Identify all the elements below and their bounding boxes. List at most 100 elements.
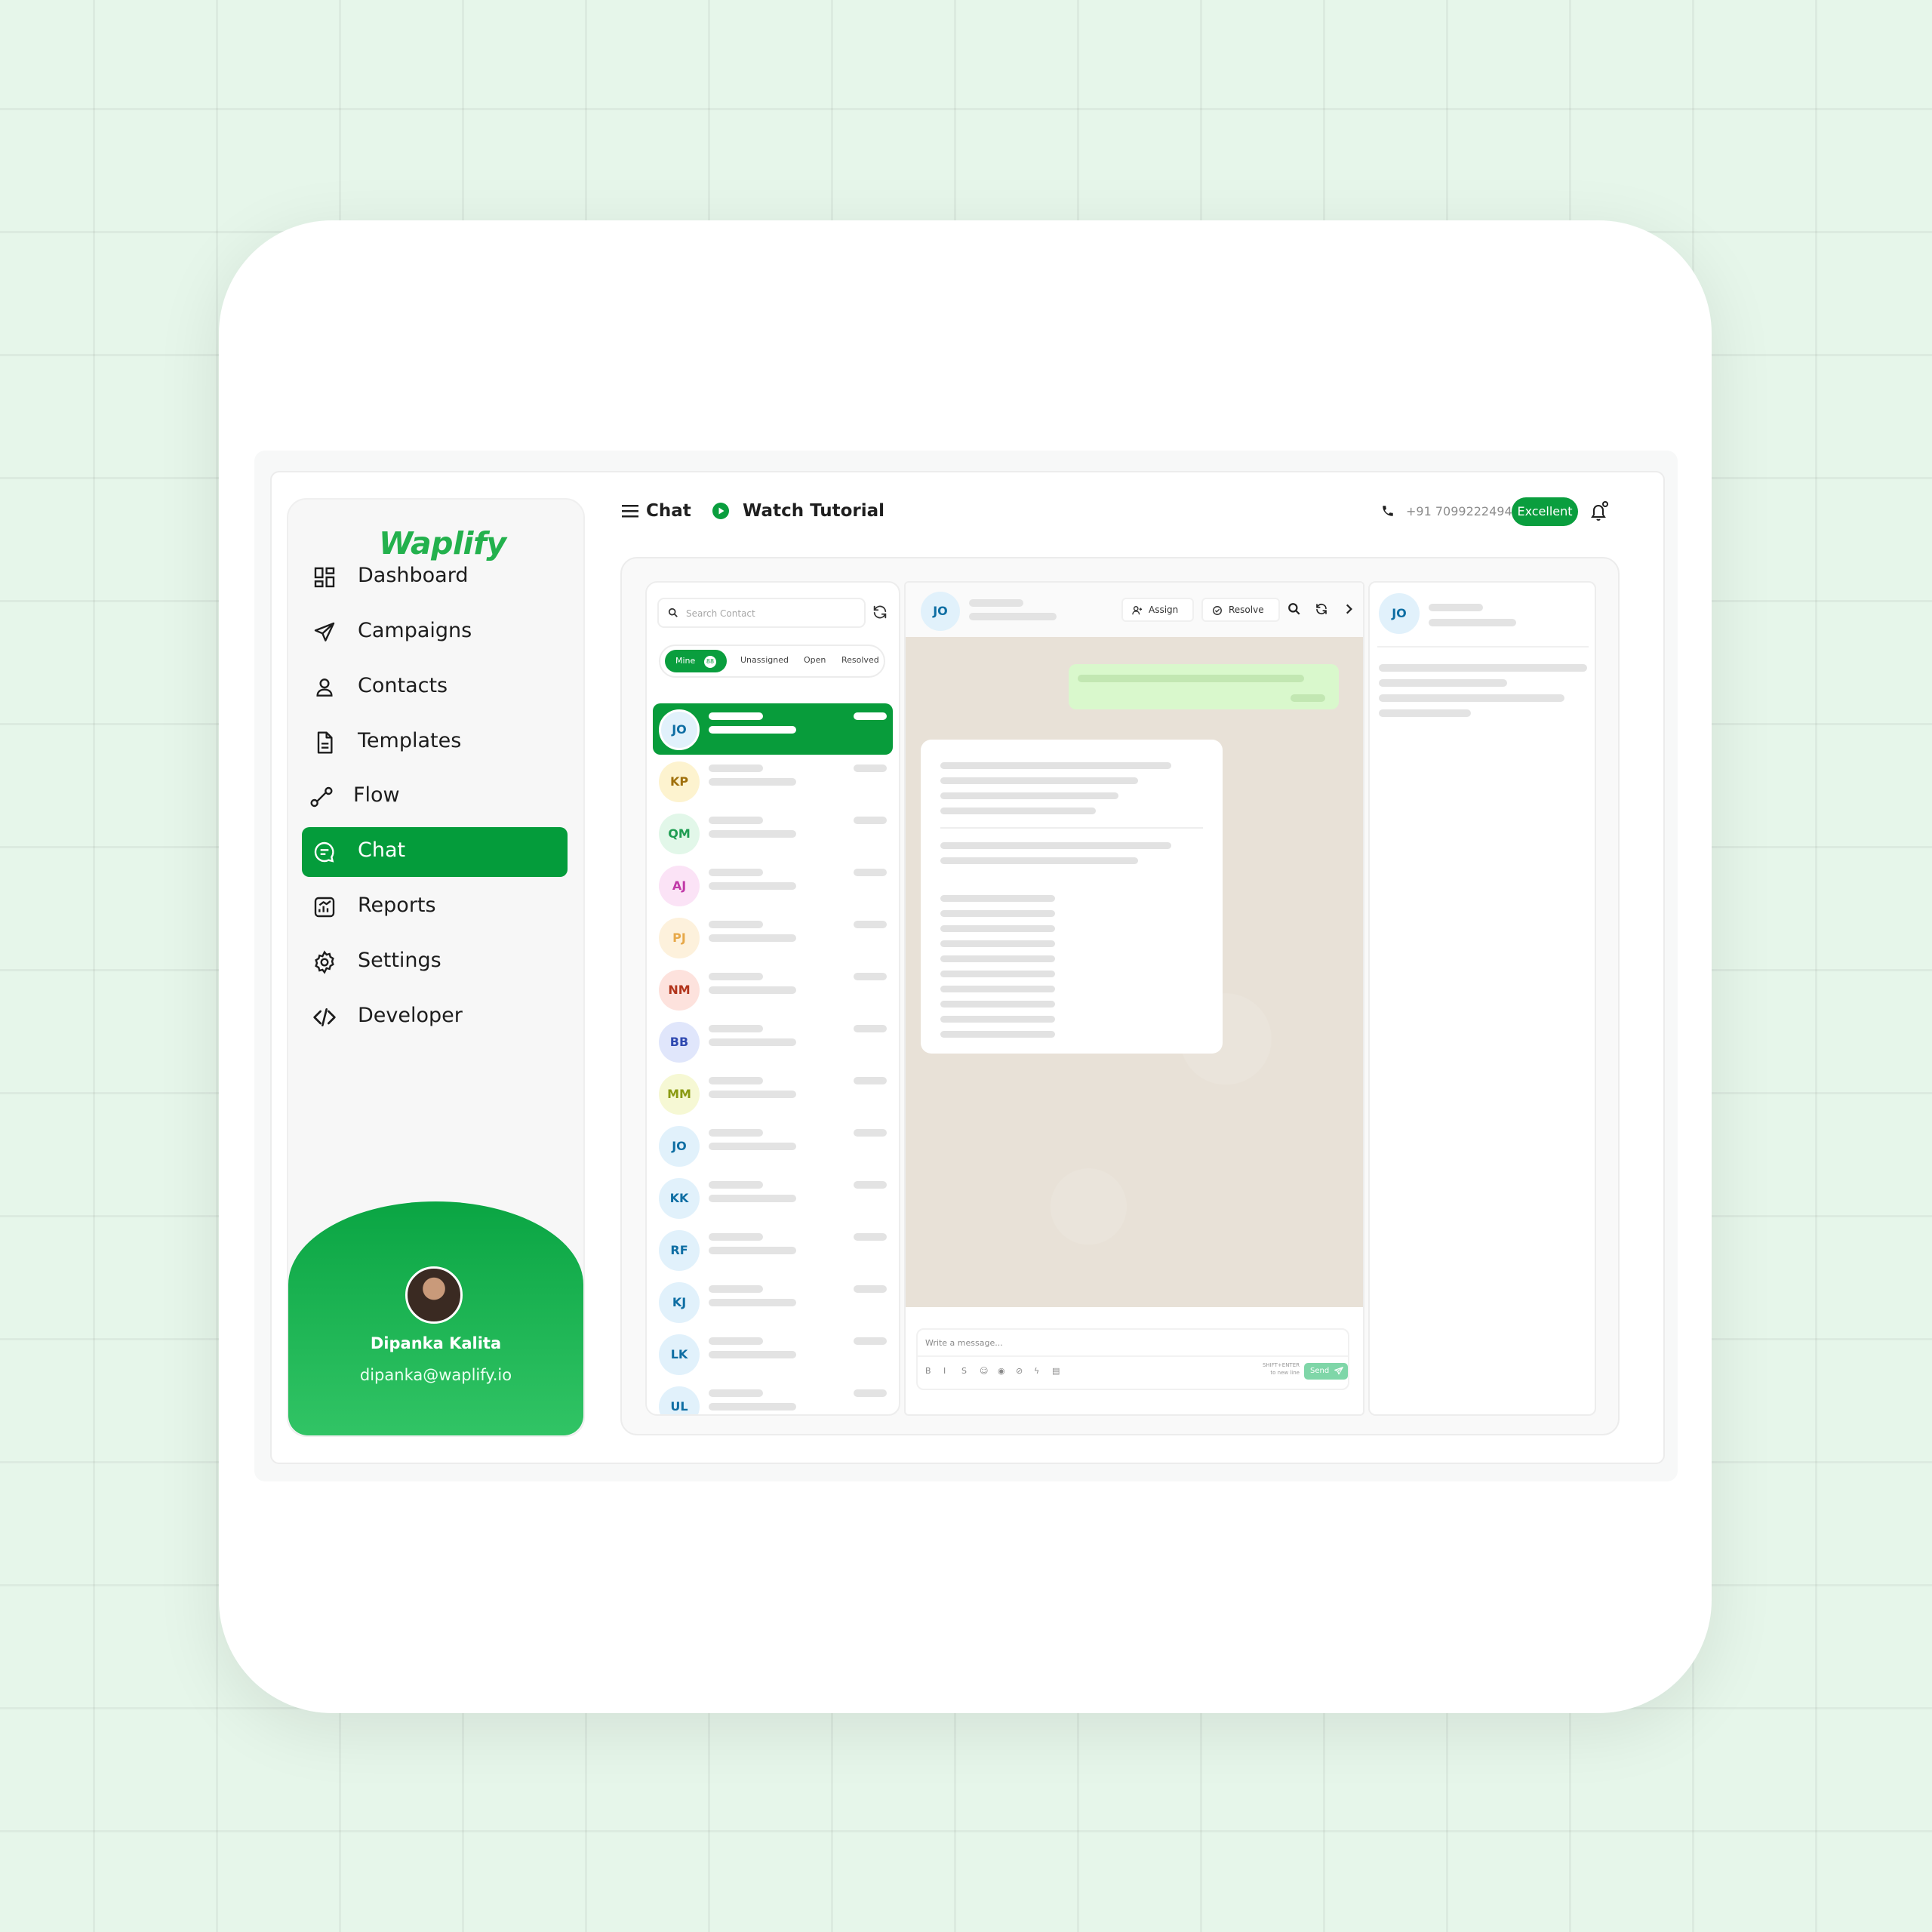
message-line (940, 940, 1055, 947)
text-placeholder (709, 712, 763, 720)
search-icon[interactable] (1287, 602, 1301, 616)
refresh-icon[interactable] (1315, 602, 1328, 616)
sidebar-item-contacts[interactable]: Contacts (302, 663, 568, 712)
message-line (940, 1031, 1055, 1038)
contact-row[interactable]: MM (653, 1068, 893, 1119)
contact-row[interactable]: PJ (653, 912, 893, 963)
contact-row[interactable]: JO (653, 1120, 893, 1171)
search-icon (668, 608, 678, 617)
contact-row[interactable]: LK (653, 1328, 893, 1380)
contact-avatar: JO (1379, 593, 1420, 634)
message-line (940, 986, 1055, 992)
message-line (940, 1001, 1055, 1008)
contacts-panel: Mine 88 Unassigned Open Resolved JO KP QM A… (645, 581, 900, 1416)
contact-row[interactable]: KP (653, 755, 893, 807)
code-icon (313, 1008, 336, 1026)
play-icon[interactable] (712, 503, 729, 519)
sidebar: Waplify Dashboard Campaigns Contacts Tem… (287, 498, 585, 1437)
message-time (1291, 694, 1325, 702)
message-line (940, 910, 1055, 917)
tab-unassigned[interactable]: Unassigned (740, 655, 789, 665)
conversation-panel: JO Assign Resolve Write a message... B I… (904, 581, 1364, 1416)
sidebar-item-label: Templates (358, 729, 462, 752)
resolve-button[interactable]: Resolve (1201, 598, 1280, 622)
chat-icon (314, 841, 334, 863)
contact-row[interactable]: RF (653, 1224, 893, 1275)
sidebar-item-label: Contacts (358, 674, 448, 697)
message-line (940, 895, 1055, 902)
format-button[interactable]: ⊘ (1016, 1366, 1023, 1376)
text-placeholder (709, 1025, 763, 1032)
contact-row[interactable]: KK (653, 1172, 893, 1223)
format-button[interactable]: B (925, 1366, 931, 1376)
text-placeholder (854, 1233, 887, 1241)
text-placeholder (709, 1351, 796, 1358)
assign-button[interactable]: Assign (1121, 598, 1194, 622)
contact-avatar: RF (659, 1230, 700, 1271)
text-placeholder (709, 1195, 796, 1202)
info-line (1379, 709, 1471, 717)
refresh-icon[interactable] (872, 604, 888, 620)
search-box[interactable] (657, 598, 866, 628)
tab-open[interactable]: Open (804, 655, 826, 665)
contact-row[interactable]: KJ (653, 1276, 893, 1327)
text-placeholder (709, 778, 796, 786)
tab-resolved[interactable]: Resolved (841, 655, 879, 665)
text-placeholder (709, 1143, 796, 1150)
format-button[interactable]: ☺ (980, 1366, 988, 1376)
contact-avatar: KK (659, 1178, 700, 1219)
bell-icon[interactable] (1589, 500, 1610, 523)
contact-avatar[interactable]: JO (921, 592, 960, 631)
tab-mine[interactable]: Mine 88 (665, 650, 727, 672)
info-line (1379, 694, 1564, 702)
format-button[interactable]: S (961, 1366, 967, 1376)
document-icon (317, 731, 333, 754)
sidebar-item-label: Reports (358, 894, 436, 917)
sidebar-item-developer[interactable]: Developer (302, 992, 568, 1042)
text-placeholder (709, 869, 763, 876)
format-button[interactable]: I (943, 1366, 946, 1376)
contact-name-placeholder (969, 599, 1023, 607)
search-input[interactable] (686, 605, 857, 622)
contact-row[interactable]: AJ (653, 860, 893, 911)
format-button[interactable]: ϟ (1034, 1366, 1039, 1376)
contact-avatar: BB (659, 1022, 700, 1063)
format-button[interactable]: ▤ (1052, 1366, 1060, 1376)
sidebar-item-label: Flow (353, 783, 400, 807)
sidebar-item-flow[interactable]: Flow (302, 772, 568, 822)
text-placeholder (709, 1389, 763, 1397)
message-input[interactable] (925, 1334, 1333, 1351)
contact-row[interactable]: BB (653, 1016, 893, 1067)
message-line (940, 808, 1096, 814)
text-placeholder (854, 1025, 887, 1032)
contact-row[interactable]: JO (653, 703, 893, 755)
contact-avatar: UL (659, 1386, 700, 1414)
send-button[interactable]: Send (1304, 1363, 1348, 1380)
message-area (906, 637, 1363, 1307)
sidebar-item-templates[interactable]: Templates (302, 718, 568, 768)
sidebar-item-label: Chat (358, 838, 406, 862)
chevron-right-icon[interactable] (1342, 602, 1355, 616)
phone-icon (1383, 506, 1393, 516)
text-placeholder (854, 973, 887, 980)
sidebar-item-dashboard[interactable]: Dashboard (302, 552, 568, 602)
sidebar-item-campaigns[interactable]: Campaigns (302, 608, 568, 657)
message-divider (940, 827, 1203, 829)
text-placeholder (709, 1077, 763, 1084)
send-label: Send (1310, 1367, 1330, 1375)
resolve-label: Resolve (1229, 605, 1264, 615)
contact-row[interactable]: NM (653, 964, 893, 1015)
profile-card[interactable]: Dipanka Kalita dipanka@waplify.io (288, 1201, 583, 1435)
sidebar-item-chat[interactable]: Chat (302, 827, 568, 877)
contact-phone-placeholder (1429, 619, 1516, 626)
menu-icon[interactable] (622, 504, 638, 518)
sidebar-item-settings[interactable]: Settings (302, 937, 568, 987)
contact-status-placeholder (969, 613, 1057, 620)
contact-avatar: PJ (659, 918, 700, 958)
format-button[interactable]: ◉ (998, 1366, 1005, 1376)
sidebar-item-reports[interactable]: Reports (302, 882, 568, 932)
contact-row[interactable]: QM (653, 808, 893, 859)
text-placeholder (709, 1233, 763, 1241)
watch-tutorial-link[interactable]: Watch Tutorial (743, 501, 884, 521)
contact-row[interactable]: UL (653, 1380, 893, 1414)
